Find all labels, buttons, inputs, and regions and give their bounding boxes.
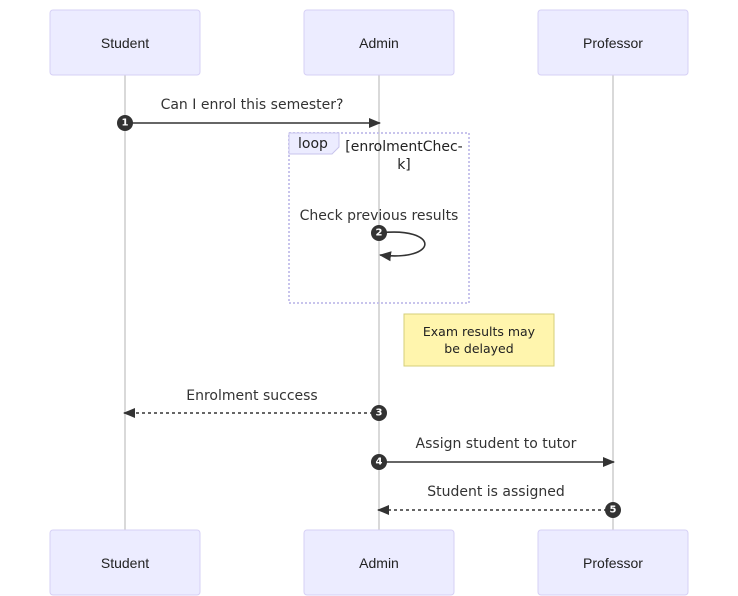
message-text: Student is assigned: [427, 484, 565, 500]
actor-label: Professor: [583, 35, 643, 51]
actor-label: Student: [101, 35, 149, 51]
sequence-number: 4: [376, 457, 383, 468]
sequence-number: 1: [122, 118, 129, 129]
message-1: Can I enrol this semester? 1: [117, 97, 381, 131]
actor-student-top[interactable]: Student: [49, 9, 201, 76]
message-4: Assign student to tutor 4: [371, 436, 615, 470]
message-text: Enrolment success: [186, 388, 317, 404]
loop-condition: [enrolmentChec-: [345, 139, 462, 155]
loop-condition-cont: k]: [397, 157, 411, 173]
actor-label: Student: [101, 555, 149, 571]
sequence-diagram: Student Admin Professor Student Admin Pr…: [49, 9, 689, 596]
actor-admin-top[interactable]: Admin: [303, 9, 455, 76]
message-text: Check previous results: [300, 208, 459, 224]
note-text-line2: be delayed: [444, 341, 513, 356]
message-text: Can I enrol this semester?: [161, 97, 344, 113]
message-3: Enrolment success 3: [123, 388, 387, 421]
loop-label: loop: [298, 136, 328, 152]
note-box: [403, 313, 555, 367]
sequence-number: 2: [376, 228, 383, 239]
actor-student-bottom[interactable]: Student: [49, 529, 201, 596]
actor-label: Admin: [359, 555, 399, 571]
actor-admin-bottom[interactable]: Admin: [303, 529, 455, 596]
actor-professor-bottom[interactable]: Professor: [537, 529, 689, 596]
sequence-number: 3: [376, 408, 383, 419]
note: Exam results may be delayed: [403, 313, 555, 367]
actor-label: Professor: [583, 555, 643, 571]
sequence-number: 5: [610, 505, 617, 516]
message-5: Student is assigned 5: [377, 484, 621, 518]
actor-label: Admin: [359, 35, 399, 51]
message-text: Assign student to tutor: [416, 436, 577, 452]
actor-professor-top[interactable]: Professor: [537, 9, 689, 76]
note-text-line1: Exam results may: [423, 324, 536, 339]
